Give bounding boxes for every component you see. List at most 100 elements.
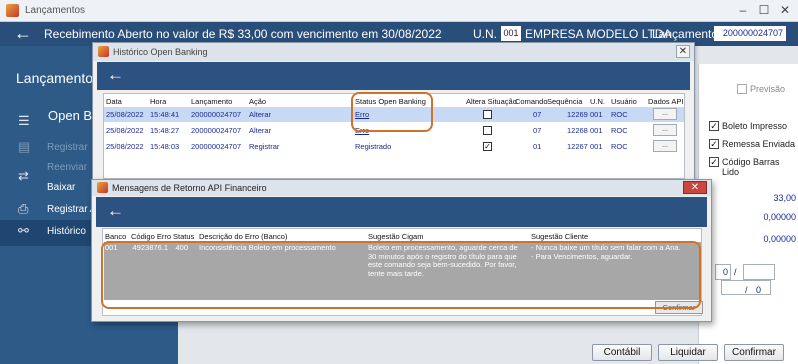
column-header: Comando — [515, 97, 548, 106]
close-button[interactable]: ✕ — [683, 181, 707, 194]
column-header: Status Open Banking — [355, 97, 426, 106]
empresa-name: EMPRESA MODELO LTDA — [525, 27, 672, 41]
table-row[interactable]: 25/08/2022 15:48:41 200000024707 Alterar… — [104, 107, 684, 122]
column-header: Sequência — [547, 97, 583, 106]
codigo-barras-checkbox[interactable]: ✓ — [709, 157, 719, 167]
cell-data: 25/08/2022 — [106, 142, 144, 151]
cell-un: 001 — [590, 110, 603, 119]
boleto-impresso-label: Boleto Impresso — [722, 121, 788, 131]
cell-comando: 07 — [533, 110, 542, 119]
back-arrow-icon[interactable]: ← — [107, 201, 124, 221]
valor-field: 33,00 — [773, 193, 796, 203]
dados-api-button[interactable]: ... — [653, 108, 677, 120]
swap-icon: ⇄ — [18, 168, 29, 183]
cell-sugestao-cigam: Boleto em processamento, aguarde cerca d… — [368, 243, 518, 278]
codigo-barras-label: Código Barras Lido — [722, 157, 780, 177]
cell-acao: Alterar — [249, 110, 272, 119]
cell-status-link[interactable]: Erro — [355, 126, 369, 135]
separator: / — [734, 267, 737, 277]
column-header: Altera Situação — [466, 97, 517, 106]
mensagens-header: ← — [96, 197, 707, 227]
count-field: 0 — [756, 285, 762, 295]
dados-api-button[interactable]: ... — [653, 140, 677, 152]
dados-api-button[interactable]: ... — [653, 124, 677, 136]
cell-data: 25/08/2022 — [106, 110, 144, 119]
sidebar-item-label: Registrar — [47, 142, 88, 153]
cell-descricao: Inconsistência Boleto em processamento — [199, 243, 336, 252]
table-row[interactable]: 25/08/2022 15:48:03 200000024707 Registr… — [104, 139, 684, 154]
column-header: Data — [106, 97, 122, 106]
cell-usuario: ROC — [611, 142, 628, 151]
altera-situacao-checkbox[interactable] — [483, 126, 492, 135]
cell-sequencia: 12268 — [567, 126, 588, 135]
sidebar-item-label: Baixar — [47, 182, 76, 193]
un-label: U.N. — [473, 27, 497, 41]
remessa-enviada-checkbox[interactable]: ✓ — [709, 139, 719, 149]
maximize-button[interactable]: ☐ — [757, 3, 771, 17]
mensagens-grid: Banco Código Erro Status Descrição do Er… — [102, 228, 703, 316]
right-info-panel: Previsão ✓ Boleto Impresso ✓ Remessa Env… — [698, 64, 798, 364]
column-header: Hora — [150, 97, 167, 106]
close-button[interactable]: ✕ — [778, 3, 792, 17]
column-header: Lançamento — [191, 97, 233, 106]
cell-sequencia: 12269 — [567, 110, 588, 119]
mensagens-title: Mensagens de Retorno API Financeiro — [112, 183, 267, 193]
back-arrow-icon[interactable]: ← — [14, 23, 32, 43]
main-title-bar: Lançamentos – ☐ ✕ — [0, 0, 798, 22]
cell-status: 400 — [175, 243, 188, 252]
menu-icon[interactable]: ☰ — [18, 113, 30, 129]
valor-field: 0,00000 — [763, 212, 796, 222]
liquidar-button[interactable]: Liquidar — [658, 344, 718, 361]
column-header: Sugestão Cigam — [368, 232, 424, 241]
lancamento-label: Lançamento — [652, 27, 719, 41]
close-button[interactable]: ✕ — [676, 45, 690, 58]
cell-codigo-erro: 4923876.1 — [132, 243, 168, 252]
altera-situacao-checkbox[interactable] — [483, 110, 492, 119]
un-field[interactable]: 001 — [501, 26, 521, 41]
column-header: Código Erro — [131, 232, 172, 241]
previsao-checkbox[interactable] — [737, 84, 747, 94]
printer-icon: ⎙ — [18, 201, 29, 216]
cell-un: 001 — [590, 142, 603, 151]
lancamento-field[interactable]: 200000024707 — [714, 26, 786, 41]
cell-status-link[interactable]: Erro — [355, 110, 369, 119]
minimize-button[interactable]: – — [736, 3, 750, 17]
column-header: U.N. — [590, 97, 605, 106]
header-message: Recebimento Aberto no valor de R$ 33,00 … — [44, 27, 442, 41]
mensagens-dialog: Mensagens de Retorno API Financeiro ✕ ← … — [91, 179, 712, 322]
column-header: Dados API — [648, 97, 684, 106]
sidebar-item-label: Reenviar — [47, 162, 88, 173]
confirmar-button[interactable]: Confirmar — [724, 344, 784, 361]
historico-dialog: Histórico Open Banking ✕ ← Data Hora Lan… — [92, 42, 695, 182]
column-header: Banco — [105, 232, 127, 241]
altera-situacao-checkbox[interactable]: ✓ — [483, 142, 492, 151]
cell-comando: 07 — [533, 126, 542, 135]
cell-hora: 15:48:27 — [150, 126, 180, 135]
table-row[interactable]: 25/08/2022 15:48:27 200000024707 Alterar… — [104, 123, 684, 138]
table-row[interactable]: 001 4923876.1 400 Inconsistência Boleto … — [104, 242, 701, 300]
confirmar-button[interactable]: Confirmar — [655, 301, 703, 314]
cell-sequencia: 12267 — [567, 142, 588, 151]
mensagens-title-bar: Mensagens de Retorno API Financeiro ✕ — [92, 180, 711, 196]
back-arrow-icon[interactable]: ← — [107, 65, 124, 85]
remessa-enviada-label: Remessa Enviada — [722, 139, 796, 149]
day-field[interactable]: 0 — [715, 264, 731, 280]
cell-hora: 15:48:41 — [150, 110, 180, 119]
historico-title-bar: Histórico Open Banking ✕ — [93, 43, 694, 61]
separator: / — [745, 285, 748, 295]
cell-usuario: ROC — [611, 126, 628, 135]
cell-lancamento: 200000024707 — [191, 126, 242, 135]
column-header: Ação — [249, 97, 267, 106]
window-title: Lançamentos — [25, 5, 86, 16]
previsao-label: Previsão — [750, 84, 786, 94]
cell-hora: 15:48:03 — [150, 142, 180, 151]
month-field[interactable] — [743, 264, 775, 280]
cell-data: 25/08/2022 — [106, 126, 144, 135]
column-header: Sugestão Cliente — [531, 232, 589, 241]
valor-field: 0,00000 — [763, 234, 796, 244]
boleto-impresso-checkbox[interactable]: ✓ — [709, 121, 719, 131]
contabil-button[interactable]: Contábil — [592, 344, 652, 361]
cell-un: 001 — [590, 126, 603, 135]
historico-header: ← — [97, 62, 690, 90]
column-header: Status — [173, 232, 195, 241]
